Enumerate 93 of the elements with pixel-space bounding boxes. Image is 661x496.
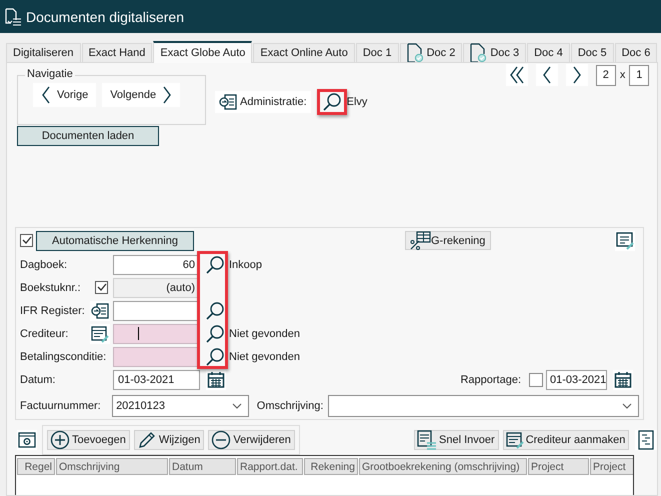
column-header[interactable]: Rekening	[304, 458, 358, 475]
percent-table-icon	[409, 230, 431, 250]
load-documents-button[interactable]: Documenten laden	[17, 126, 159, 146]
next-page-button[interactable]	[566, 64, 588, 86]
tab[interactable]: Doc 5	[570, 43, 614, 62]
g-account-button[interactable]: G-rekening	[405, 231, 492, 250]
input-field[interactable]	[113, 346, 200, 366]
tab[interactable]: Doc 1	[356, 43, 399, 62]
field-label: Omschrijving:	[256, 400, 324, 412]
column-header[interactable]: Grootboekrekening (omschrijving)	[359, 458, 527, 475]
dropdown-caret-icon	[232, 402, 242, 408]
add-button[interactable]: Toevoegen	[47, 430, 130, 450]
field-label: Rapportage:	[460, 374, 521, 386]
chevron-left-icon	[542, 66, 552, 84]
previous-button[interactable]: Vorige	[33, 83, 96, 107]
column-header[interactable]: Project	[590, 458, 633, 475]
group-title: Navigatie	[25, 68, 75, 80]
document-list-icon	[4, 8, 22, 26]
dropdown-caret-icon	[622, 402, 632, 408]
calendar-icon[interactable]	[207, 371, 225, 389]
input-field[interactable]	[113, 324, 200, 344]
register-button[interactable]	[90, 300, 110, 320]
chevron-right-icon	[162, 86, 172, 104]
field-label: Dagboek:	[20, 258, 68, 270]
create-creditor-button[interactable]: Crediteur aanmaken	[502, 430, 630, 450]
form-edit-icon[interactable]	[91, 324, 109, 342]
field-label: Administratie:	[240, 96, 307, 108]
input-field[interactable]: (auto)	[113, 278, 200, 298]
tab[interactable]: Exact Online Auto	[253, 43, 355, 62]
search-icon[interactable]	[204, 254, 224, 274]
invoice-number-combo[interactable]: 20210123	[112, 394, 249, 416]
tab[interactable]: Doc 4	[527, 43, 570, 62]
checkmark-icon	[22, 236, 32, 245]
register-icon[interactable]	[219, 94, 237, 110]
lookup-result: Inkoop	[229, 258, 264, 270]
search-icon[interactable]	[322, 92, 342, 112]
search-icon[interactable]	[204, 300, 224, 320]
input-field[interactable]	[113, 300, 200, 320]
quick-entry-button[interactable]: Snel Invoer	[414, 430, 499, 450]
checkbox[interactable]	[95, 281, 108, 294]
calendar-icon[interactable]	[614, 371, 632, 389]
tab[interactable]: Digitaliseren	[6, 43, 81, 62]
date-field[interactable]: 01-03-2021	[113, 370, 200, 390]
chevron-right-icon	[572, 66, 582, 84]
remove-button[interactable]: Verwijderen	[208, 430, 295, 450]
tab[interactable]: Doc 6	[614, 43, 658, 62]
checkbox[interactable]	[20, 234, 33, 247]
edit-button[interactable]: Wijzigen	[134, 430, 204, 450]
form-edit-icon	[506, 431, 524, 449]
lookup-result: Elvy	[346, 96, 368, 108]
page-field[interactable]: 2	[596, 64, 616, 86]
field-label: IFR Register:	[20, 304, 86, 316]
checkbox[interactable]	[529, 373, 543, 387]
first-page-button[interactable]	[506, 64, 528, 86]
date-field[interactable]: 01-03-2021	[546, 370, 607, 390]
register-icon	[91, 302, 109, 318]
tab[interactable]: Doc 3	[463, 43, 526, 62]
recognition-button[interactable]: Automatische Herkenning	[36, 230, 194, 250]
settings-icon[interactable]	[18, 431, 36, 449]
search-icon[interactable]	[204, 346, 224, 366]
field-label: Datum:	[20, 374, 56, 386]
field-label: Crediteur:	[20, 328, 70, 340]
search-icon[interactable]	[204, 324, 224, 344]
input-field[interactable]: 60	[113, 254, 200, 274]
column-header[interactable]: Omschrijving	[56, 458, 168, 475]
next-button[interactable]: Volgende	[102, 83, 180, 107]
previous-page-button[interactable]	[536, 64, 558, 86]
field-label: Boekstuknr.:	[20, 282, 82, 294]
lookup-result: Niet gevonden	[229, 328, 301, 340]
chevron-left-icon	[41, 86, 51, 104]
column-header[interactable]: Regel	[17, 458, 55, 475]
page-count: 1	[629, 64, 650, 86]
note-button[interactable]	[615, 230, 635, 250]
column-header[interactable]: Project	[528, 458, 589, 475]
tab[interactable]: Exact Globe Auto	[153, 41, 252, 63]
form-list-icon	[417, 430, 438, 450]
column-header[interactable]: Datum	[169, 458, 236, 475]
field-label: Factuurnummer:	[20, 400, 102, 412]
pencil-icon	[136, 430, 157, 450]
column-header[interactable]: Rapport.dat.	[237, 458, 303, 475]
double-chevron-left-icon	[508, 66, 526, 84]
note-edit-icon	[616, 232, 634, 250]
minus-circle-icon	[211, 430, 232, 450]
column-settings-icon[interactable]	[638, 430, 654, 450]
tab[interactable]: Doc 2	[400, 43, 462, 62]
checkmark-icon	[96, 283, 106, 292]
description-combo[interactable]	[328, 394, 639, 416]
plus-circle-icon	[50, 430, 70, 450]
field-label: Betalingsconditie:	[20, 350, 108, 362]
lookup-result: Niet gevonden	[229, 350, 301, 362]
tab[interactable]: Exact Hand	[82, 43, 152, 62]
page-separator: x	[620, 69, 626, 81]
window-title: Documenten digitaliseren	[26, 8, 184, 24]
